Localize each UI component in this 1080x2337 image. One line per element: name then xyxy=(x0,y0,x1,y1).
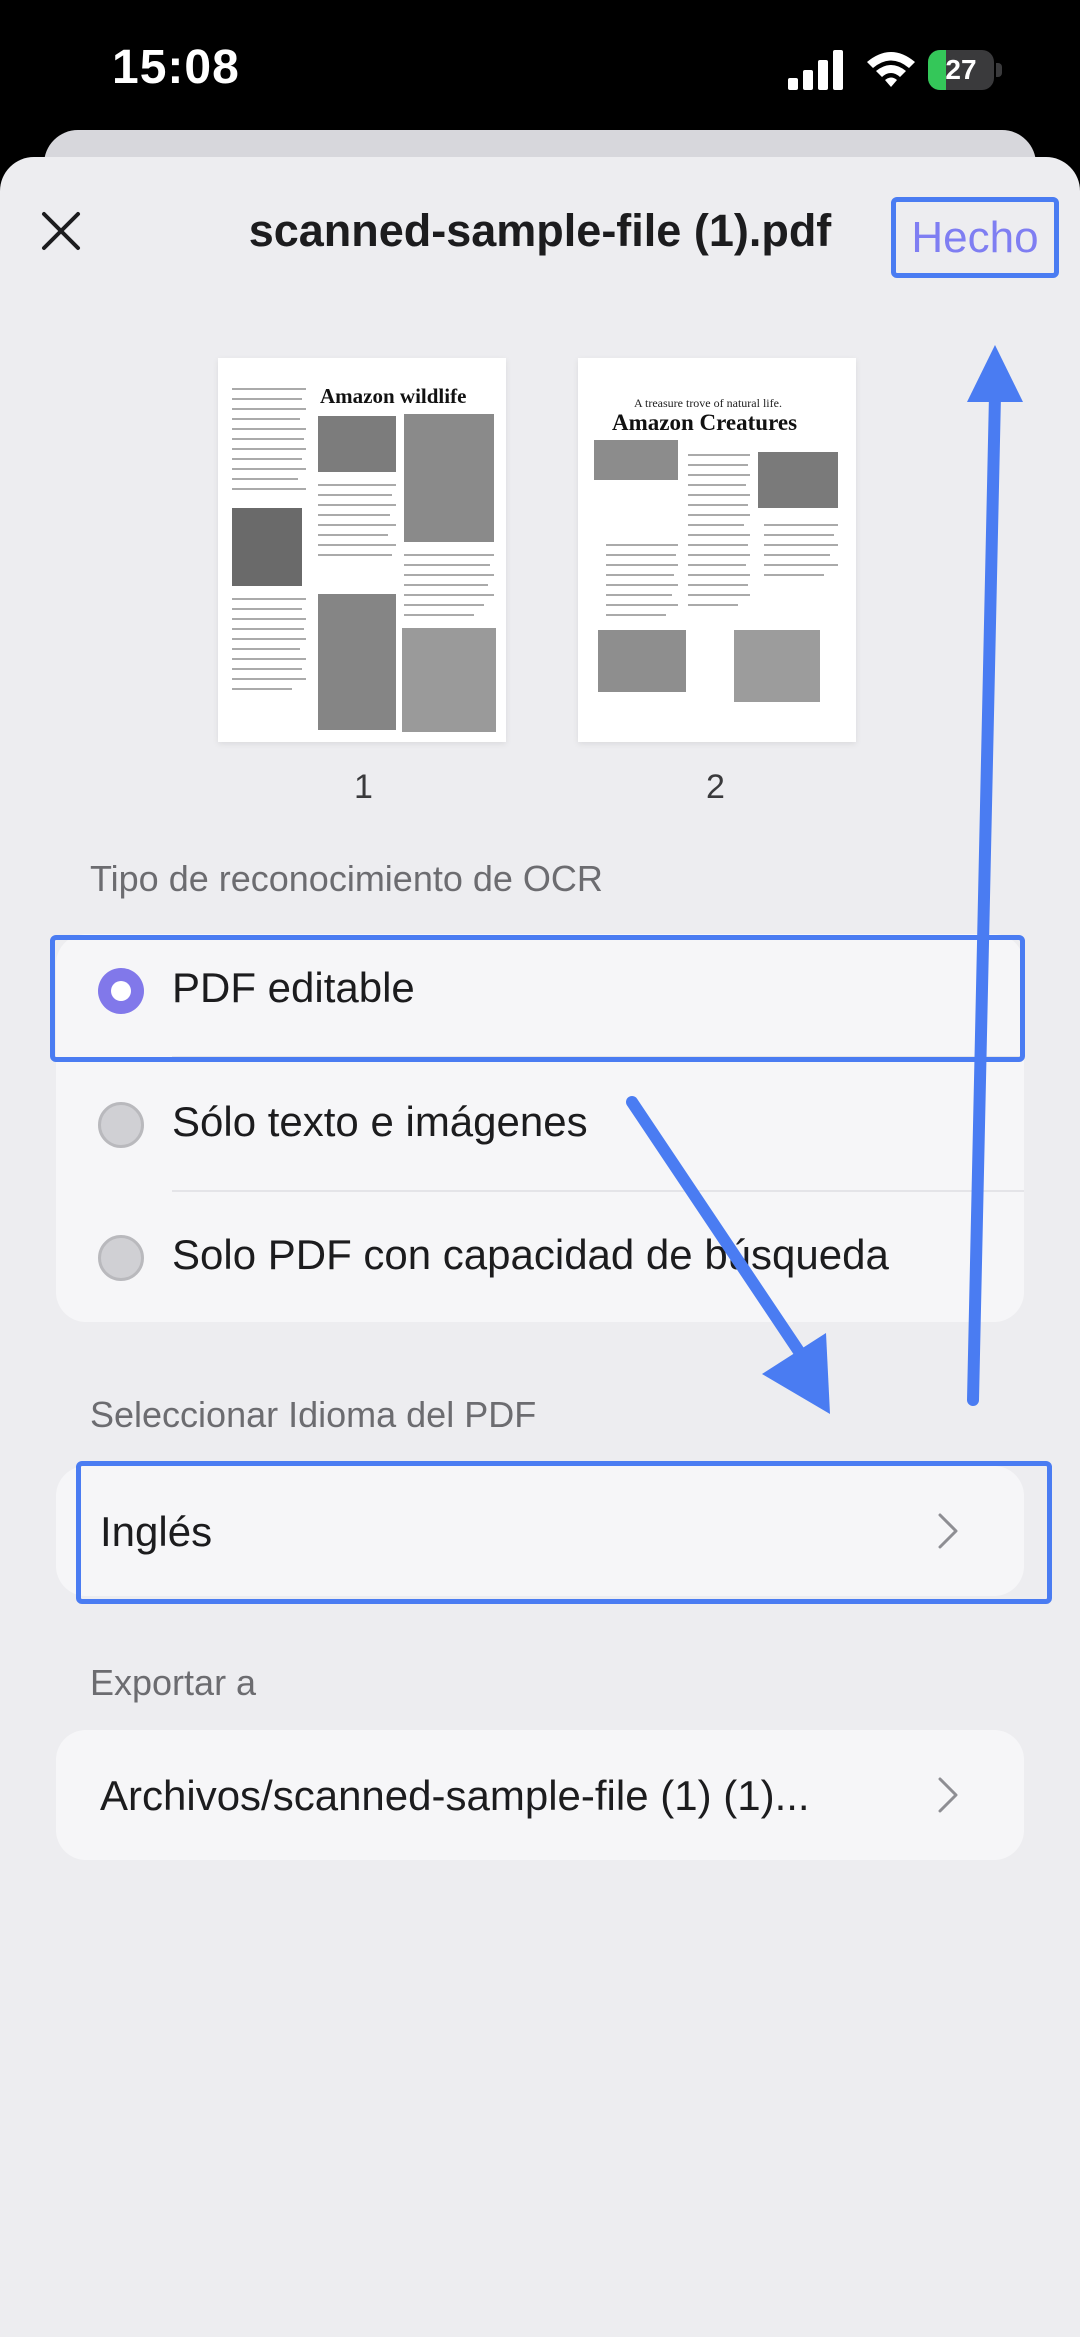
done-button[interactable]: Hecho xyxy=(891,197,1059,278)
page-2-photo xyxy=(758,452,838,508)
language-section-label: Seleccionar Idioma del PDF xyxy=(90,1394,537,1435)
page-2-photo xyxy=(594,440,678,480)
page-thumbnail-2[interactable]: A treasure trove of natural life. Amazon… xyxy=(578,358,856,742)
ocr-option-searchable-pdf[interactable]: Solo PDF con capacidad de búsqueda xyxy=(56,1191,1024,1325)
page-1-heading: Amazon wildlife xyxy=(320,384,467,408)
document-title: scanned-sample-file (1).pdf xyxy=(248,205,832,256)
page-1-photo xyxy=(402,628,496,732)
page-thumbnail-1[interactable]: Amazon wildlife xyxy=(218,358,506,742)
page-number-1: 1 xyxy=(354,768,373,806)
chevron-right-icon xyxy=(938,1777,958,1813)
page-2-photo xyxy=(734,630,820,702)
page-1-photo xyxy=(318,416,396,472)
page-1-photo xyxy=(232,508,302,586)
page-2-heading: Amazon Creatures xyxy=(612,410,798,435)
ocr-type-label: Tipo de reconocimiento de OCR xyxy=(90,858,603,899)
status-time: 15:08 xyxy=(112,41,240,94)
radio-unselected-icon[interactable] xyxy=(98,1102,144,1148)
highlight-box-language xyxy=(76,1461,1052,1604)
page-number-2: 2 xyxy=(706,768,725,806)
page-1-photo xyxy=(318,594,396,730)
option-label: Sólo texto e imágenes xyxy=(172,1098,588,1145)
page-2-photo xyxy=(598,630,686,692)
highlight-box-editable-pdf xyxy=(50,935,1025,1062)
page-2-subheading: A treasure trove of natural life. xyxy=(634,396,782,410)
ocr-option-text-images[interactable]: Sólo texto e imágenes xyxy=(56,1058,1024,1192)
close-icon[interactable] xyxy=(36,206,86,256)
battery-level: 27 xyxy=(945,54,977,85)
battery-icon: 27 xyxy=(928,50,1004,92)
export-path: Archivos/scanned-sample-file (1) (1)... xyxy=(100,1772,810,1819)
signal-icon xyxy=(788,50,843,90)
page-1-photo xyxy=(404,414,494,542)
status-bar: 15:08 27 xyxy=(0,0,1080,150)
wifi-icon xyxy=(867,52,915,87)
export-section-label: Exportar a xyxy=(90,1662,257,1703)
export-destination-selector[interactable]: Archivos/scanned-sample-file (1) (1)... xyxy=(56,1730,1024,1860)
radio-unselected-icon[interactable] xyxy=(98,1235,144,1281)
option-label: Solo PDF con capacidad de búsqueda xyxy=(172,1231,889,1278)
